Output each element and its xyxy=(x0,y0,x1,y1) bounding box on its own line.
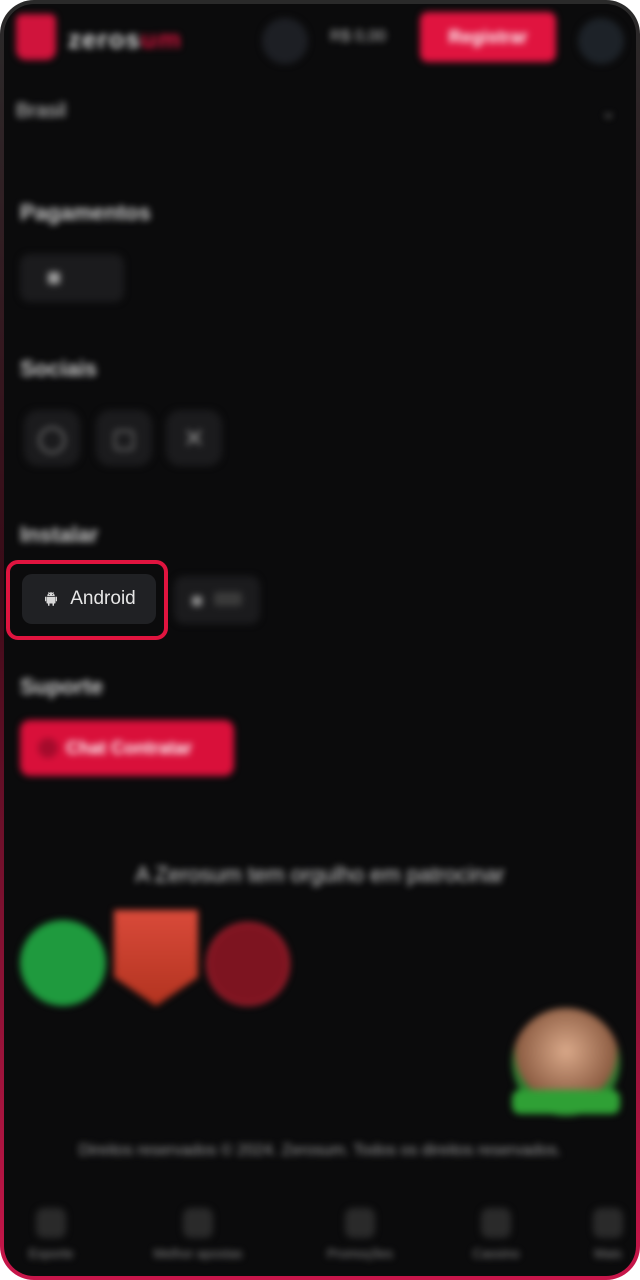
support-chat-button[interactable]: Chat Contratar xyxy=(20,720,234,776)
x-icon[interactable]: ✕ xyxy=(166,410,222,466)
android-app-button[interactable]: Android xyxy=(22,574,156,624)
phone-frame: zerosum R$ 0,00 Registrar Brasil ⌄ Pagam… xyxy=(0,0,640,1280)
menu-icon xyxy=(593,1208,623,1238)
android-icon xyxy=(45,591,58,606)
sponsor-logo-1[interactable] xyxy=(20,920,106,1006)
chat-icon xyxy=(38,738,58,758)
sponsor-logo-2[interactable] xyxy=(114,910,198,1006)
chevron-down-icon[interactable]: ⌄ xyxy=(601,102,616,123)
social-title: Sociais xyxy=(20,356,98,381)
sponsors-text: A Zerosum tem orgulho em patrocinar xyxy=(135,862,505,887)
nav-label: Mais xyxy=(594,1246,622,1261)
top-bar: zerosum R$ 0,00 Registrar xyxy=(4,4,636,70)
apple-icon xyxy=(192,596,202,606)
logo[interactable]: zerosum xyxy=(68,24,182,55)
support-title: Suporte xyxy=(20,674,104,699)
nav-label: Esporte xyxy=(28,1246,74,1261)
sponsor-logo-3[interactable] xyxy=(206,922,290,1006)
notification-icon[interactable] xyxy=(262,18,308,64)
nav-best-bets[interactable]: Melhor apostas xyxy=(138,1208,258,1261)
casino-icon xyxy=(481,1208,511,1238)
sports-icon xyxy=(36,1208,66,1238)
ios-label xyxy=(214,592,242,606)
ticket-icon xyxy=(183,1208,213,1238)
nav-promotions[interactable]: Promoções xyxy=(312,1208,408,1261)
logo-text-b: um xyxy=(140,24,182,54)
payments-title: Pagamentos xyxy=(20,200,151,225)
promo-icon xyxy=(345,1208,375,1238)
nav-label: Melhor apostas xyxy=(153,1246,243,1261)
android-label: Android xyxy=(70,588,136,609)
online-badge xyxy=(512,1090,620,1114)
logo-icon xyxy=(16,14,56,60)
nav-more[interactable]: Mais xyxy=(584,1208,632,1261)
payment-icon xyxy=(48,272,60,284)
user-avatar[interactable] xyxy=(578,18,624,64)
nav-label: Cassino xyxy=(472,1246,520,1261)
country-selector[interactable]: Brasil xyxy=(16,100,66,123)
balance-text: R$ 0,00 xyxy=(330,28,387,45)
app-screen: zerosum R$ 0,00 Registrar Brasil ⌄ Pagam… xyxy=(4,4,636,1276)
copyright-text: Direitos reservados © 2024. Zerosum. Tod… xyxy=(78,1142,562,1159)
nav-sports[interactable]: Esporte xyxy=(20,1208,82,1261)
nav-label: Promoções xyxy=(327,1246,393,1261)
instagram-icon[interactable]: ▢ xyxy=(96,410,152,466)
payment-method-pill[interactable] xyxy=(20,254,124,302)
register-button[interactable]: Registrar xyxy=(420,12,556,62)
logo-text-a: zeros xyxy=(68,24,141,54)
whatsapp-icon[interactable]: ◯ xyxy=(24,410,80,466)
ios-app-button[interactable] xyxy=(174,576,260,624)
apps-title: Instalar xyxy=(20,522,99,547)
nav-casino[interactable]: Cassino xyxy=(460,1208,532,1261)
bottom-nav: Esporte Melhor apostas Promoções Cassino… xyxy=(4,1200,636,1276)
chat-label: Chat Contratar xyxy=(66,738,193,758)
